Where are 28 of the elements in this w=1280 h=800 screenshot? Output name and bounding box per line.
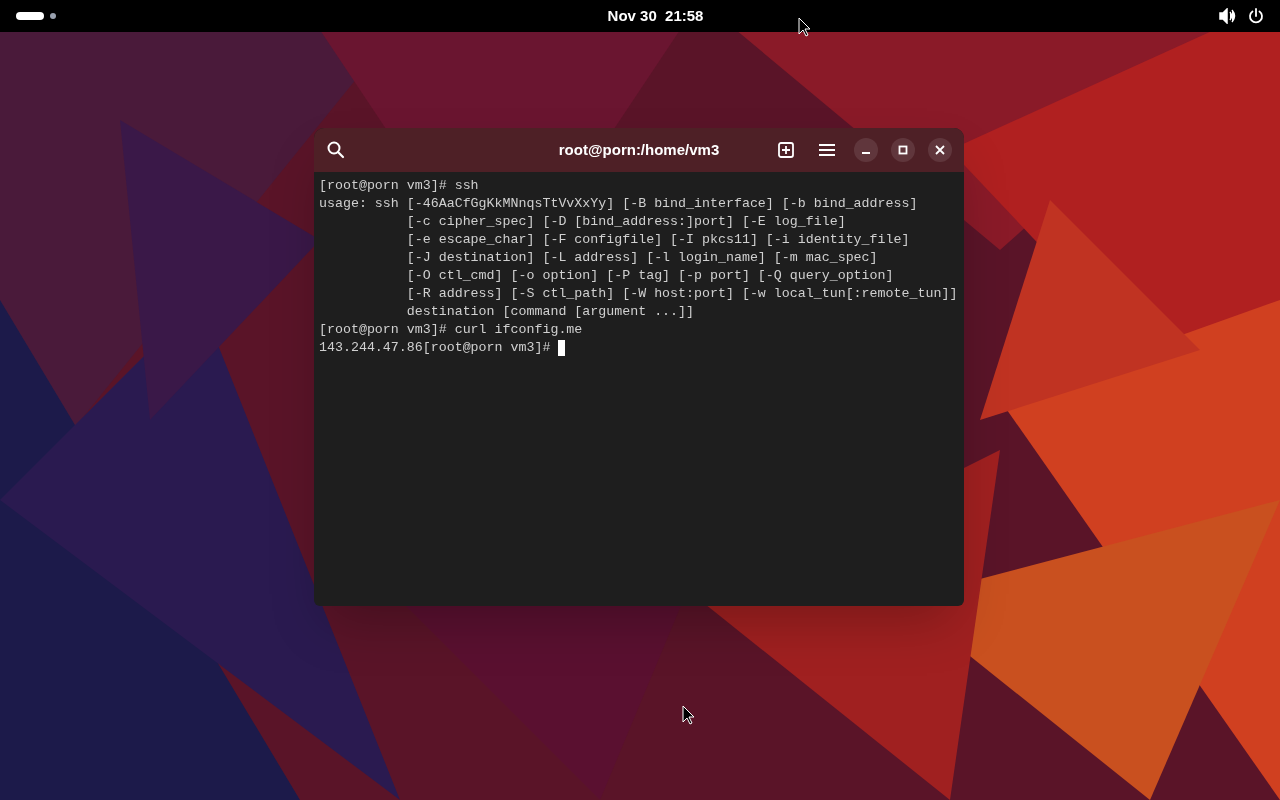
- search-icon: [327, 141, 345, 159]
- terminal-line: [-R address] [-S ctl_path] [-W host:port] [-w local_tun[:remote_tun]]: [405, 285, 958, 303]
- new-tab-icon: [778, 142, 794, 158]
- maximize-icon: [898, 145, 908, 155]
- power-icon[interactable]: [1248, 8, 1264, 24]
- mouse-pointer-icon: [682, 705, 694, 725]
- search-button[interactable]: [326, 140, 346, 160]
- clock[interactable]: Nov 30 21:58: [607, 4, 704, 28]
- text-cursor: [558, 340, 566, 356]
- terminal-line: [root@porn vm3]# ssh: [319, 177, 479, 195]
- workspace-indicator-icon: [16, 12, 56, 20]
- terminal-line: [-O ctl_cmd] [-o option] [-P tag] [-p port] [-Q query_option]: [405, 267, 894, 285]
- volume-icon[interactable]: [1219, 8, 1236, 24]
- minimize-icon: [862, 152, 870, 154]
- maximize-button[interactable]: [891, 138, 915, 162]
- terminal-line: [-J destination] [-L address] [-l login_name] [-m mac_spec]: [405, 249, 878, 267]
- terminal-line: usage: ssh [-46AaCfGgKkMNnqsTtVvXxYy] [-B bind_interface] [-b bind_address]: [319, 195, 918, 213]
- window-title: root@porn:/home/vm3: [558, 139, 720, 160]
- minimize-button[interactable]: [854, 138, 878, 162]
- menu-icon: [819, 143, 835, 157]
- terminal-line: 143.244.47.86[root@porn vm3]#: [319, 339, 552, 357]
- terminal-line: [root@porn vm3]# curl ifconfig.me: [319, 321, 583, 339]
- terminal-line: [-e escape_char] [-F configfile] [-I pkcs11] [-i identity_file]: [405, 231, 910, 249]
- activities-button[interactable]: [16, 12, 56, 20]
- close-button[interactable]: [928, 138, 952, 162]
- terminal-line: [-c cipher_spec] [-D [bind_address:]port] [-E log_file]: [405, 213, 846, 231]
- terminal-line: destination [command [argument ...]]: [405, 303, 695, 321]
- close-icon: [935, 145, 945, 155]
